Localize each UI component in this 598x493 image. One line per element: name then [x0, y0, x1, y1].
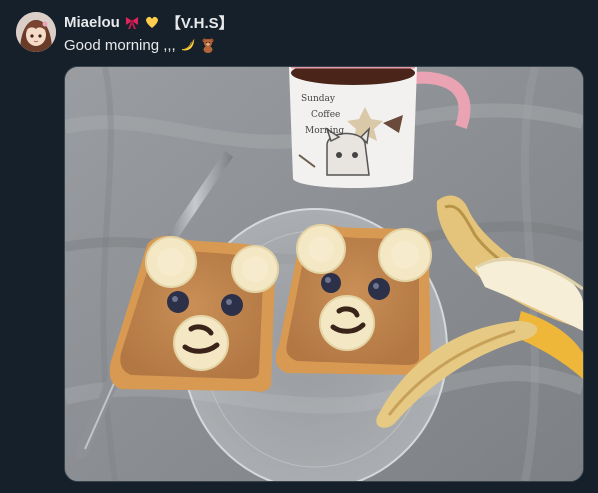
tweet-header: Miaelou 【V.H.S】 [64, 12, 234, 32]
teddy-bear-emoji [200, 37, 216, 53]
yellow-heart-emoji [144, 14, 160, 30]
tweet-text: Good morning ,,, [64, 35, 216, 55]
author-tag: 【V.H.S】 [165, 14, 234, 32]
mug-text-line-3: Morning [305, 126, 344, 136]
mug-text-line-1: Sunday [301, 94, 336, 104]
mug-text-line-2: Coffee [311, 110, 340, 120]
author-name[interactable]: Miaelou [64, 14, 120, 31]
tweet[interactable]: Miaelou 【V.H.S】 Good morning ,,, Sunday … [0, 0, 598, 493]
tweet-media-photo[interactable]: Sunday Coffee Morning [64, 66, 584, 482]
tweet-text-content: Good morning ,,, [64, 36, 176, 54]
banana-emoji [180, 37, 196, 53]
avatar[interactable] [16, 12, 56, 52]
breakfast-photo: Sunday Coffee Morning [65, 67, 583, 481]
ribbon-emoji [124, 14, 140, 30]
